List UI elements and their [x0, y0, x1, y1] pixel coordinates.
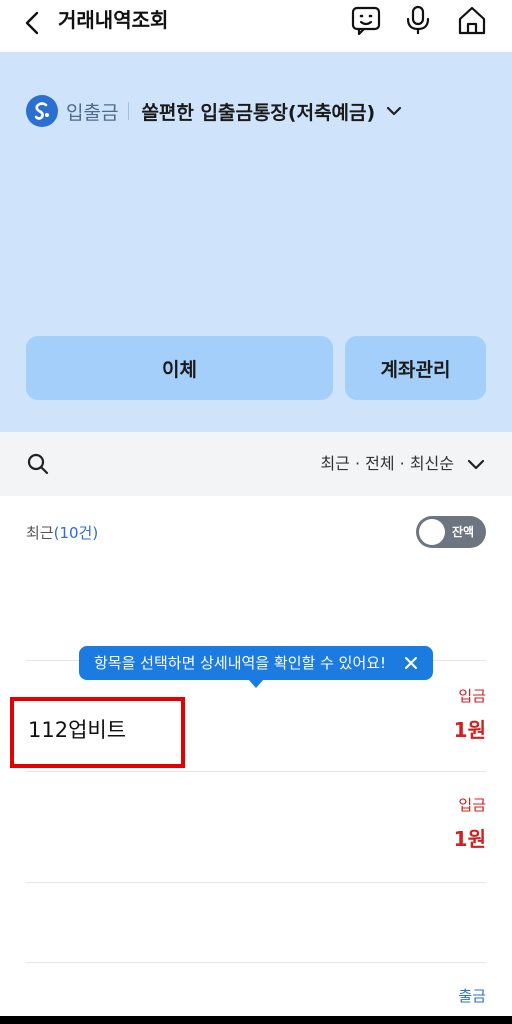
- toggle-knob: [419, 519, 445, 545]
- back-chevron-icon[interactable]: [18, 8, 48, 38]
- search-icon[interactable]: [26, 452, 50, 476]
- tooltip-pointer: [248, 679, 264, 688]
- microphone-icon[interactable]: [402, 4, 434, 36]
- transfer-button[interactable]: 이체: [26, 336, 333, 400]
- chatbot-icon[interactable]: [350, 4, 382, 36]
- transaction-type: 입금: [458, 687, 486, 705]
- divider: [128, 102, 130, 120]
- balance-toggle-label: 잔액: [452, 525, 475, 539]
- recent-label: 최근: [26, 524, 54, 542]
- system-nav-bar: [0, 1016, 512, 1024]
- close-icon[interactable]: [403, 655, 419, 671]
- bank-logo-icon: [26, 95, 58, 127]
- account-type: 입출금: [66, 101, 119, 124]
- recent-count-label: 최근(10건): [26, 522, 98, 544]
- chevron-down-icon: [387, 106, 402, 116]
- highlight-box: [10, 697, 185, 768]
- chevron-down-icon[interactable]: [466, 454, 486, 474]
- account-selector[interactable]: 입출금 쏠편한 입출금통장(저축예금): [26, 94, 403, 128]
- tooltip-text: 항목을 선택하면 상세내역을 확인할 수 있어요!: [94, 654, 387, 672]
- transaction-amount: 1원: [453, 827, 486, 851]
- top-bar: 거래내역조회: [0, 0, 512, 52]
- page-title: 거래내역조회: [58, 8, 169, 32]
- list-divider: [26, 771, 486, 772]
- transaction-amount: 1원: [453, 718, 486, 742]
- filter-bar: 최근 · 전체 · 최신순: [0, 432, 512, 496]
- transaction-type: 출금: [458, 987, 486, 1005]
- filter-summary[interactable]: 최근 · 전체 · 최신순: [320, 452, 454, 476]
- home-icon[interactable]: [456, 4, 488, 36]
- transaction-type: 입금: [458, 796, 486, 814]
- list-divider: [26, 882, 486, 883]
- list-divider: [26, 962, 486, 963]
- hint-tooltip: 항목을 선택하면 상세내역을 확인할 수 있어요!: [79, 646, 433, 680]
- recent-count: (10건): [53, 524, 99, 542]
- balance-toggle[interactable]: 잔액: [416, 516, 486, 548]
- account-name: 쏠편한 입출금통장(저축예금): [141, 101, 376, 124]
- account-manage-button[interactable]: 계좌관리: [345, 336, 486, 400]
